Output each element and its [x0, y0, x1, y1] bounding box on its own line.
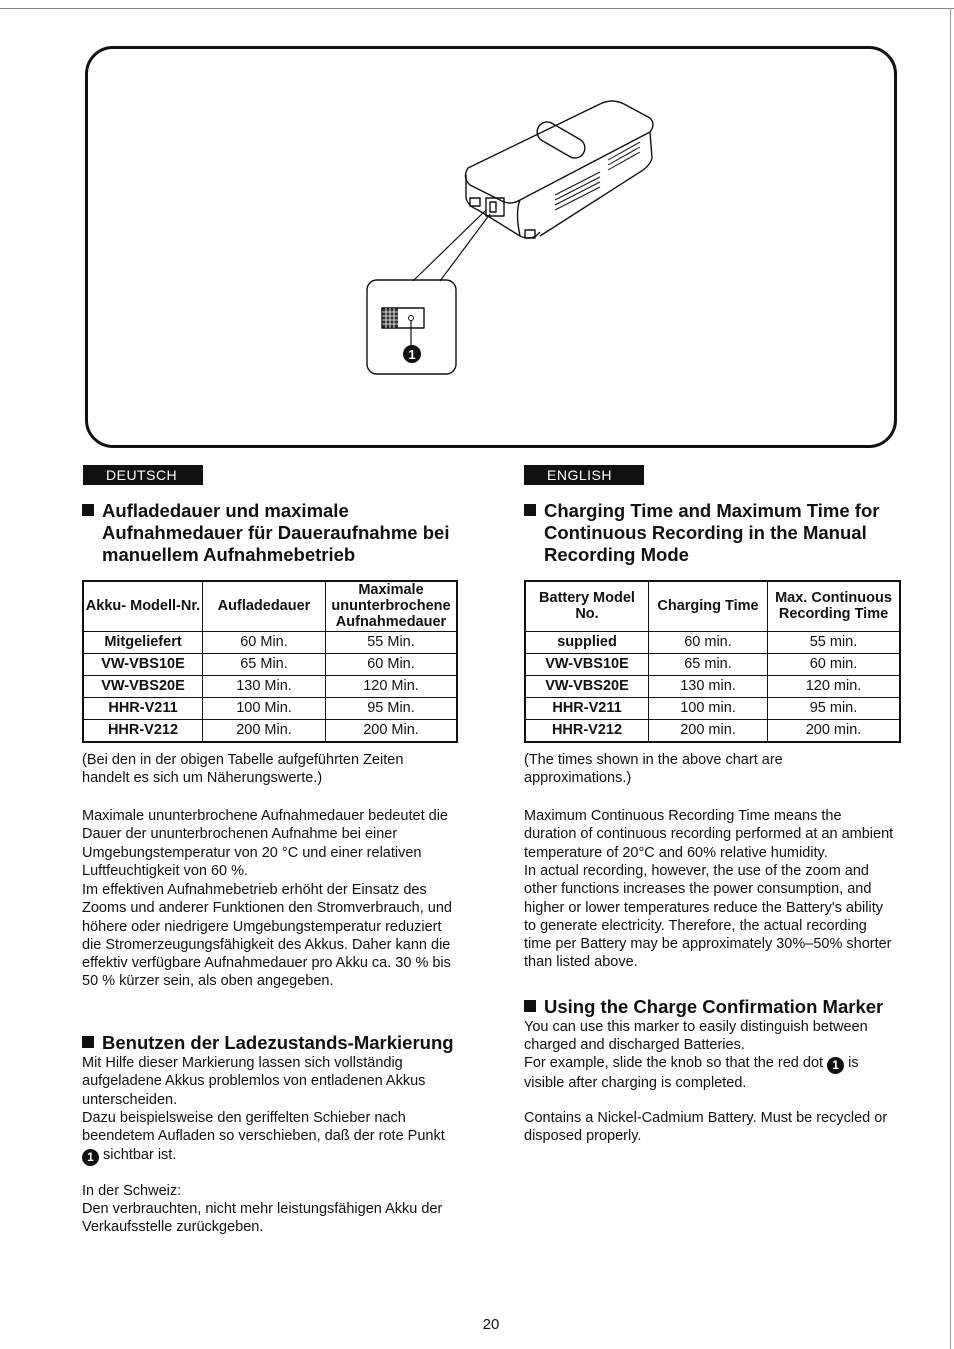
german-heading-marker: Benutzen der Ladezustands-Markierung [82, 1032, 482, 1054]
german-heading-charging-time: Aufladedauer und maximale Aufnahmedauer … [82, 500, 482, 566]
table-header-row: Akku- Modell-Nr. Aufladedauer Maximale u… [82, 580, 458, 632]
table-row: Mitgeliefert 60 Min. 55 Min. [82, 630, 458, 654]
english-charging-table: Battery Model No. Charging Time Max. Con… [524, 580, 901, 743]
german-swiss-label: In der Schweiz: [82, 1183, 182, 1199]
table-cell: 200 Min. [202, 718, 326, 742]
table-header: Max. Continuous Recording Time [767, 580, 901, 632]
table-row: HHR-V212 200 min. 200 min. [524, 718, 901, 742]
language-label-german: DEUTSCH [83, 465, 203, 485]
table-header-row: Battery Model No. Charging Time Max. Con… [524, 580, 901, 632]
english-heading-charging-time: Charging Time and Maximum Time for Conti… [524, 500, 924, 566]
table-cell: 130 Min. [202, 674, 326, 698]
table-cell: 95 Min. [325, 696, 458, 720]
table-cell: 95 min. [767, 696, 901, 720]
callout-number-badge: 1 [82, 1148, 99, 1166]
table-cell: 60 min. [648, 630, 768, 654]
table-header: Akku- Modell-Nr. [82, 580, 203, 632]
table-cell: 60 Min. [202, 630, 326, 654]
table-row: VW-VBS20E 130 min. 120 min. [524, 674, 901, 698]
table-cell: VW-VBS10E [524, 652, 649, 676]
table-cell: supplied [524, 630, 649, 654]
table-cell: 55 Min. [325, 630, 458, 654]
english-heading-marker: Using the Charge Confirmation Marker [524, 996, 924, 1018]
table-cell: 55 min. [767, 630, 901, 654]
callout-number-badge: 1 [827, 1057, 845, 1074]
table-row: VW-VBS10E 65 Min. 60 Min. [82, 652, 458, 676]
battery-illustration: 1 [366, 100, 654, 375]
table-row: supplied 60 min. 55 min. [524, 630, 901, 654]
german-table-note: (Bei den in der obigen Tabelle aufgeführ… [82, 752, 404, 787]
bullet-square-icon [82, 1036, 94, 1048]
english-body-paragraph-1: Maximum Continuous Recording Time means … [524, 808, 894, 861]
german-body-paragraph-1: Maximale ununterbrochene Aufnahmedauer b… [82, 808, 448, 879]
red-dot-marker [408, 315, 414, 321]
table-row: HHR-V211 100 Min. 95 Min. [82, 696, 458, 720]
table-cell: VW-VBS20E [524, 674, 649, 698]
bullet-square-icon [524, 504, 536, 516]
german-charging-table: Akku- Modell-Nr. Aufladedauer Maximale u… [82, 580, 458, 743]
german-body-paragraph-2: Im effektiven Aufnahmebetrieb erhöht der… [82, 882, 452, 990]
table-cell: HHR-V211 [524, 696, 649, 720]
table-row: HHR-V211 100 min. 95 min. [524, 696, 901, 720]
german-marker-paragraph-2: Dazu beispielsweise den geriffelten Schi… [82, 1110, 445, 1166]
battery-label-oval [536, 121, 586, 159]
table-header: Battery Model No. [524, 580, 649, 632]
table-cell: 200 Min. [325, 718, 458, 742]
english-marker-paragraph-2: For example, slide the knob so that the … [524, 1055, 859, 1091]
table-cell: 120 min. [767, 674, 901, 698]
english-body-paragraph-2: In actual recording, however, the use of… [524, 863, 892, 971]
bullet-square-icon [524, 1000, 536, 1012]
table-cell: HHR-V212 [82, 718, 203, 742]
table-cell: HHR-V211 [82, 696, 203, 720]
table-cell: 120 Min. [325, 674, 458, 698]
table-row: VW-VBS10E 65 min. 60 min. [524, 652, 901, 676]
battery-top-face [464, 100, 654, 204]
table-cell: 130 min. [648, 674, 768, 698]
english-marker-paragraph-1: You can use this marker to easily distin… [524, 1019, 868, 1054]
table-cell: Mitgeliefert [82, 630, 203, 654]
german-swiss-text: Den verbrauchten, nicht mehr leistungsfä… [82, 1201, 443, 1236]
callout-number: 1 [408, 347, 415, 362]
table-row: VW-VBS20E 130 Min. 120 Min. [82, 674, 458, 698]
table-cell: 100 min. [648, 696, 768, 720]
table-cell: 200 min. [767, 718, 901, 742]
table-cell: HHR-V212 [524, 718, 649, 742]
table-cell: VW-VBS20E [82, 674, 203, 698]
table-header: Charging Time [648, 580, 768, 632]
table-cell: 200 min. [648, 718, 768, 742]
table-cell: 60 Min. [325, 652, 458, 676]
language-label-english: ENGLISH [524, 465, 644, 485]
table-cell: 100 Min. [202, 696, 326, 720]
page-number: 20 [482, 1316, 500, 1333]
table-cell: VW-VBS10E [82, 652, 203, 676]
table-cell: 65 Min. [202, 652, 326, 676]
bullet-square-icon [82, 504, 94, 516]
table-cell: 60 min. [767, 652, 901, 676]
table-header: Maximale ununterbrochene Aufnahmedauer [325, 580, 458, 632]
english-table-note: (The times shown in the above chart are … [524, 752, 783, 787]
table-row: HHR-V212 200 Min. 200 Min. [82, 718, 458, 742]
german-marker-paragraph-1: Mit Hilfe dieser Markierung lassen sich … [82, 1055, 426, 1108]
table-header: Aufladedauer [202, 580, 326, 632]
english-recycle-text: Contains a Nickel-Cadmium Battery. Must … [524, 1110, 888, 1145]
table-cell: 65 min. [648, 652, 768, 676]
